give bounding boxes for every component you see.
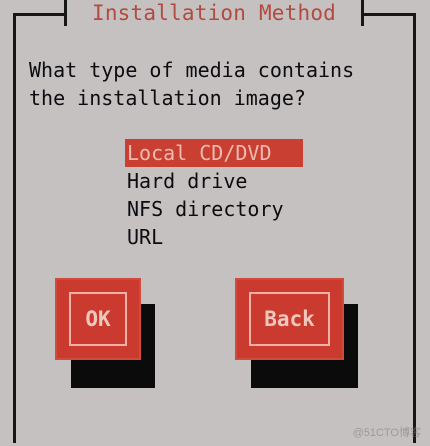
media-option-url[interactable]: URL: [125, 223, 315, 251]
media-option-hard-drive[interactable]: Hard drive: [125, 167, 315, 195]
dialog-title: Installation Method: [64, 0, 364, 26]
media-options-list: Local CD/DVD Hard drive NFS directory UR…: [125, 139, 315, 251]
back-button-group: Back: [235, 278, 358, 388]
media-option-local-cd-dvd[interactable]: Local CD/DVD: [125, 139, 303, 167]
installation-method-dialog: Installation Method What type of media c…: [0, 0, 430, 446]
media-option-nfs-directory[interactable]: NFS directory: [125, 195, 315, 223]
ok-button[interactable]: OK: [55, 278, 141, 360]
back-button-label: Back: [249, 292, 330, 346]
media-question: What type of media contains the installa…: [29, 58, 355, 110]
back-button[interactable]: Back: [235, 278, 344, 360]
ok-button-group: OK: [55, 278, 155, 388]
watermark: @51CTO博客: [352, 427, 421, 439]
ok-button-label: OK: [69, 292, 127, 346]
